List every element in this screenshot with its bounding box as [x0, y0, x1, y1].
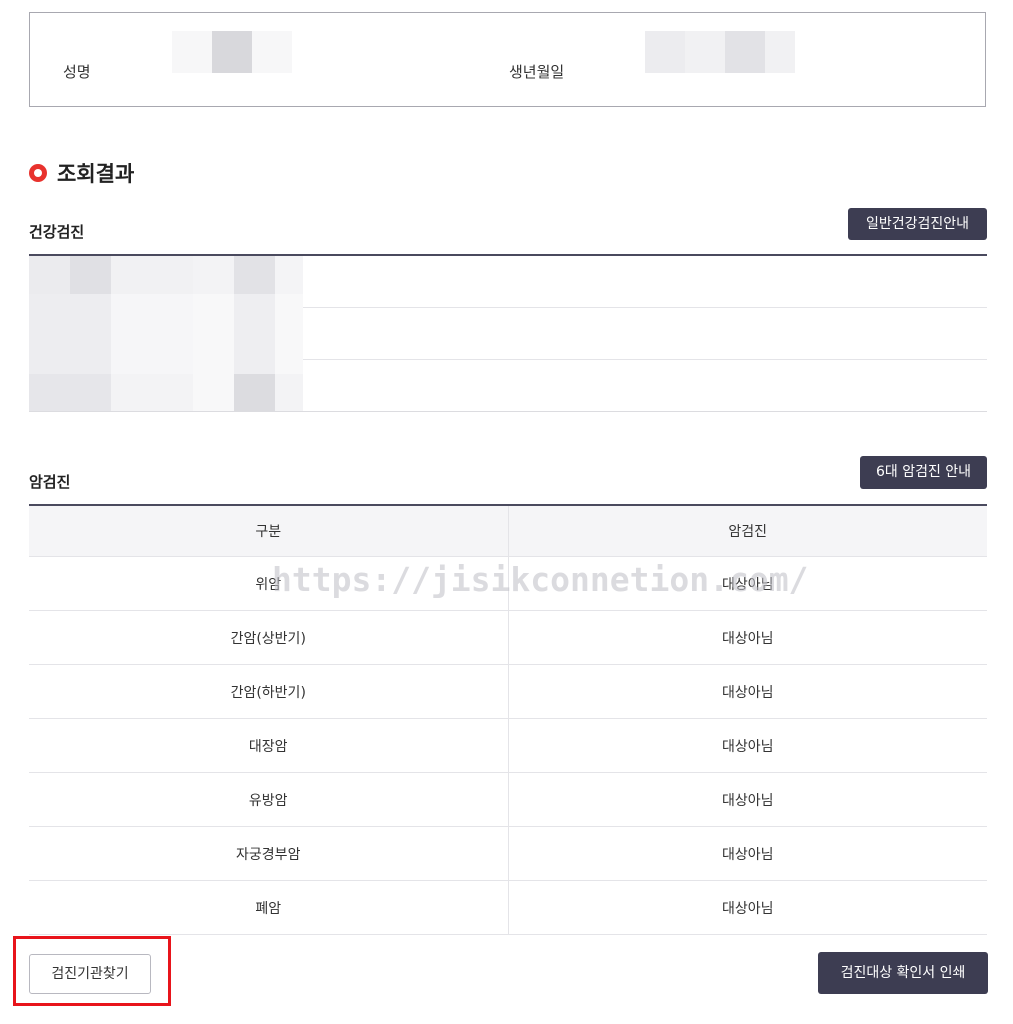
cancer-checkup-heading: 암검진 [29, 473, 71, 491]
health-checkup-heading: 건강검진 [29, 223, 85, 241]
personal-info-box: 성명 생년월일 [29, 12, 986, 107]
table-row: 위암 대상아님 [29, 556, 987, 611]
print-confirmation-button[interactable]: 검진대상 확인서 인쇄 [818, 952, 988, 994]
table-row: 자궁경부암 대상아님 [29, 826, 987, 881]
cancer-type-cell: 대장암 [29, 718, 509, 773]
table-row: 간암(상반기) 대상아님 [29, 610, 987, 665]
birth-value-redacted [645, 31, 795, 73]
cancer-checkup-guide-button[interactable]: 6대 암검진 안내 [860, 456, 987, 489]
table-row: 폐암 대상아님 [29, 880, 987, 935]
name-value-redacted [172, 31, 292, 73]
cancer-type-cell: 간암(상반기) [29, 610, 509, 665]
cancer-checkup-table: 구분 암검진 위암 대상아님 간암(상반기) 대상아님 간암(하반기) 대상아님… [29, 504, 987, 935]
general-checkup-guide-button[interactable]: 일반건강검진안내 [848, 208, 987, 240]
cancer-type-cell: 유방암 [29, 772, 509, 827]
birth-label: 생년월일 [509, 63, 565, 81]
health-checkup-row-divider [303, 307, 987, 308]
cancer-status-cell: 대상아님 [508, 556, 987, 611]
find-institution-button[interactable]: 검진기관찾기 [29, 954, 151, 994]
cancer-status-cell: 대상아님 [508, 880, 987, 935]
results-title-text: 조회결과 [57, 162, 135, 186]
table-header-row: 구분 암검진 [29, 505, 987, 557]
health-checkup-row-divider [303, 359, 987, 360]
table-row: 간암(하반기) 대상아님 [29, 664, 987, 719]
cancer-status-cell: 대상아님 [508, 826, 987, 881]
table-row: 유방암 대상아님 [29, 772, 987, 827]
cancer-type-cell: 폐암 [29, 880, 509, 935]
cancer-status-cell: 대상아님 [508, 772, 987, 827]
column-header-type: 구분 [29, 505, 509, 557]
cancer-status-cell: 대상아님 [508, 718, 987, 773]
name-label: 성명 [63, 63, 91, 81]
cancer-type-cell: 위암 [29, 556, 509, 611]
bullet-icon [29, 164, 47, 182]
cancer-status-cell: 대상아님 [508, 610, 987, 665]
cancer-type-cell: 자궁경부암 [29, 826, 509, 881]
cancer-type-cell: 간암(하반기) [29, 664, 509, 719]
health-checkup-redacted [29, 256, 303, 411]
cancer-status-cell: 대상아님 [508, 664, 987, 719]
health-checkup-table-bottom [29, 411, 987, 412]
column-header-status: 암검진 [508, 505, 987, 557]
table-row: 대장암 대상아님 [29, 718, 987, 773]
results-title: 조회결과 [29, 158, 134, 188]
